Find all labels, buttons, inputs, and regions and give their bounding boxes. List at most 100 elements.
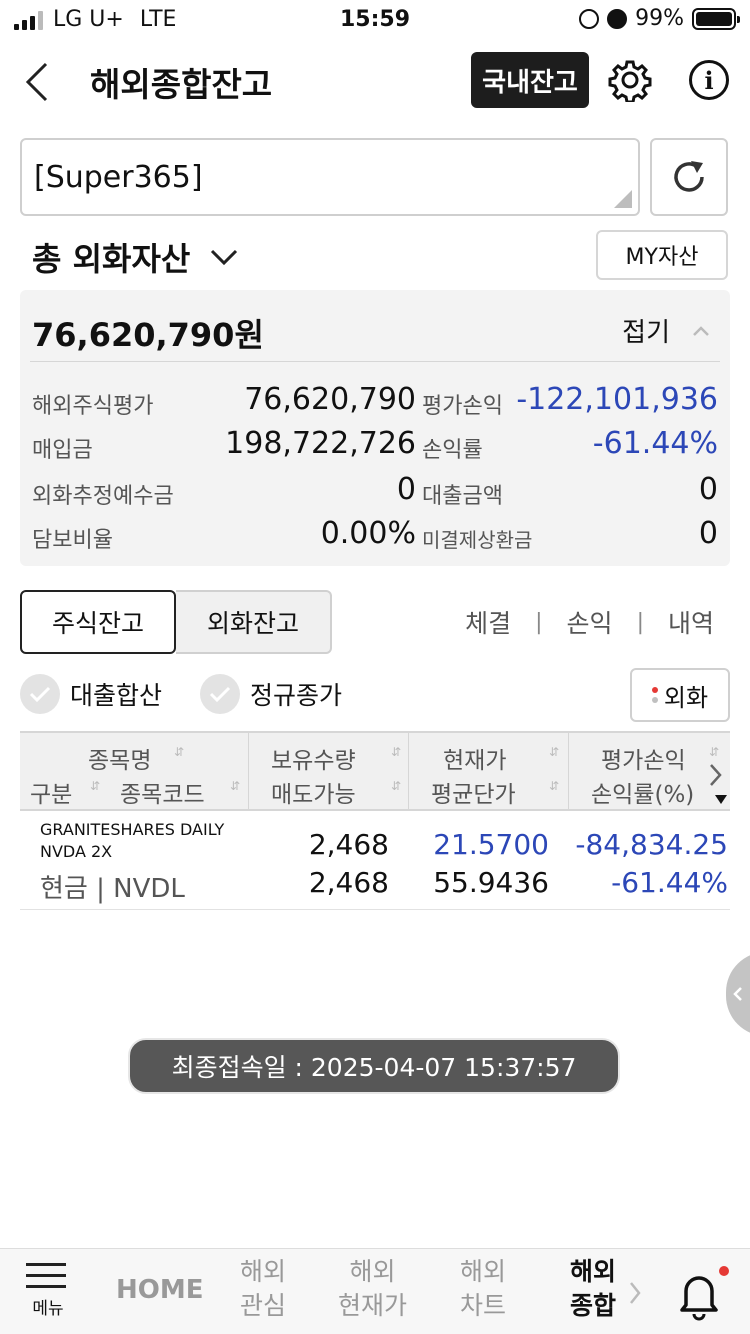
- avg-price: 55.9436: [433, 866, 549, 899]
- check-icon: [200, 674, 240, 714]
- nav-label: 해외: [460, 1257, 507, 1286]
- account-select[interactable]: [Super365]: [20, 138, 640, 216]
- column-header-pnl[interactable]: 평가손익 ⇵ 손익률(%): [569, 733, 730, 809]
- link-separator: |: [636, 609, 644, 635]
- header-label: 현재가: [443, 748, 507, 774]
- link-pnl[interactable]: 손익: [567, 604, 613, 640]
- nav-label: 현재가: [338, 1291, 408, 1320]
- sort-icon: ⇵: [391, 745, 402, 759]
- bottom-nav: 메뉴 HOME 해외 관심 해외 현재가 해외 차트 해외 종합: [0, 1248, 750, 1334]
- summary-label: 해외주식평가: [32, 394, 154, 419]
- nav-label: 관심: [240, 1291, 287, 1320]
- link-separator: |: [535, 609, 543, 635]
- link-history[interactable]: 내역: [668, 604, 714, 640]
- header-label: 종목코드: [120, 782, 205, 808]
- side-drawer-handle[interactable]: [726, 952, 750, 1036]
- column-header-price[interactable]: 현재가 ⇵ 평균단가 ⇵: [409, 733, 569, 809]
- sort-icon: ⇵: [391, 779, 402, 793]
- header-label: 보유수량: [271, 748, 356, 774]
- sort-icon: ⇵: [549, 779, 560, 793]
- nav-home[interactable]: HOME: [116, 1275, 204, 1305]
- orientation-lock-icon: [579, 8, 600, 29]
- chevron-right-icon[interactable]: [628, 1281, 642, 1305]
- menu-button[interactable]: 메뉴: [26, 1263, 74, 1319]
- regular-close-label: 정규종가: [250, 681, 343, 710]
- sort-icon: ⇵: [549, 745, 560, 759]
- header-label: 평가손익: [601, 748, 686, 774]
- last-login-toast: 최종접속일 : 2025-04-07 15:37:57: [128, 1038, 620, 1094]
- total-assets-dropdown[interactable]: 총 외화자산: [32, 234, 238, 280]
- chevron-right-icon[interactable]: [707, 763, 723, 787]
- total-amount: 76,620,790원: [32, 316, 264, 354]
- info-icon[interactable]: i: [689, 60, 729, 100]
- stock-name-line2: NVDA 2X: [40, 842, 113, 861]
- hamburger-icon: [26, 1263, 66, 1266]
- stock-type-code: 현금 | NVDL: [40, 874, 185, 904]
- current-price: 21.5700: [433, 828, 549, 861]
- nav-overseas-summary[interactable]: 해외 종합: [570, 1255, 616, 1323]
- sellable-qty: 2,468: [308, 866, 389, 899]
- caret-down-icon: [715, 795, 727, 804]
- tab-fx-balance[interactable]: 외화잔고: [176, 590, 332, 654]
- summary-label: 평가손익: [422, 394, 503, 419]
- chevron-left-icon: [733, 987, 742, 1001]
- summary-row: 해외주식평가 76,620,790 평가손익 -122,101,936: [32, 382, 718, 422]
- nav-overseas-watchlist[interactable]: 해외 관심: [240, 1255, 286, 1323]
- eval-pnl: -84,834.25: [575, 828, 728, 861]
- summary-value: 0: [396, 472, 416, 507]
- summary-label: 외화추정예수금: [32, 484, 174, 509]
- account-name: [Super365]: [34, 160, 203, 195]
- fx-toggle-label: 외화: [663, 683, 709, 712]
- regular-close-checkbox[interactable]: 정규종가: [200, 674, 342, 714]
- bell-icon[interactable]: [672, 1265, 730, 1323]
- fx-toggle-button[interactable]: 외화: [630, 668, 730, 722]
- loan-sum-checkbox[interactable]: 대출합산: [20, 674, 162, 714]
- domestic-balance-button[interactable]: 국내잔고: [471, 52, 589, 108]
- my-assets-button[interactable]: MY자산: [596, 230, 728, 280]
- link-executions[interactable]: 체결: [465, 604, 511, 640]
- page-title: 해외종합잔고: [90, 65, 273, 104]
- header-label: 손익률(%): [591, 782, 695, 808]
- nav-overseas-chart[interactable]: 해외 차트: [460, 1255, 506, 1323]
- summary-label: 대출금액: [422, 484, 503, 509]
- nav-overseas-price[interactable]: 해외 현재가: [338, 1255, 407, 1323]
- assets-summary-panel: 76,620,790원 접기 해외주식평가 76,620,790 평가손익 -1…: [20, 290, 730, 566]
- summary-value: 76,620,790: [244, 382, 416, 417]
- header-label: 매도가능: [271, 782, 356, 808]
- summary-value: 198,722,726: [225, 426, 416, 461]
- alarm-icon: [607, 8, 628, 29]
- quick-links: 체결 | 손익 | 내역: [465, 604, 714, 640]
- divider: [30, 361, 720, 362]
- nav-label: 차트: [460, 1291, 507, 1320]
- status-bar: LG U+ LTE 15:59 99%: [0, 0, 750, 40]
- header-label: 종목명: [88, 748, 152, 774]
- battery-icon: [692, 7, 740, 30]
- refresh-button[interactable]: [650, 138, 728, 216]
- nav-label: 종합: [570, 1291, 617, 1320]
- summary-value: 0.00%: [320, 516, 416, 551]
- sort-icon: ⇵: [90, 779, 101, 793]
- summary-row: 매입금 198,722,726 손익률 -61.44%: [32, 426, 718, 466]
- sort-icon: ⇵: [174, 745, 185, 759]
- summary-label: 손익률: [422, 438, 483, 463]
- check-icon: [20, 674, 60, 714]
- gear-icon[interactable]: [608, 58, 652, 102]
- refresh-icon: [674, 161, 704, 192]
- tab-stock-balance[interactable]: 주식잔고: [20, 590, 176, 654]
- pnl-rate: -61.44%: [611, 866, 728, 899]
- nav-label: 해외: [240, 1257, 287, 1286]
- summary-value: -122,101,936: [516, 382, 718, 417]
- table-header: 종목명 ⇵ 구분 ⇵ 종목코드 ⇵ 보유수량 ⇵ 매도가능 ⇵ 현재가 ⇵ 평균…: [20, 731, 730, 811]
- fold-toggle[interactable]: 접기: [622, 312, 710, 349]
- fold-label: 접기: [622, 318, 670, 348]
- stock-name-line1: GRANITESHARES DAILY: [40, 820, 225, 839]
- column-header-qty[interactable]: 보유수량 ⇵ 매도가능 ⇵: [249, 733, 409, 809]
- chevron-down-icon: [211, 249, 238, 266]
- column-header-name[interactable]: 종목명 ⇵ 구분 ⇵ 종목코드 ⇵: [20, 733, 249, 809]
- sort-icon: ⇵: [709, 745, 720, 759]
- back-arrow-icon[interactable]: [22, 62, 52, 102]
- dots-icon: [651, 687, 658, 703]
- nav-label: 해외: [570, 1257, 617, 1286]
- summary-label: 매입금: [32, 438, 93, 463]
- table-row[interactable]: GRANITESHARES DAILY NVDA 2X 현금 | NVDL 2,…: [20, 812, 730, 910]
